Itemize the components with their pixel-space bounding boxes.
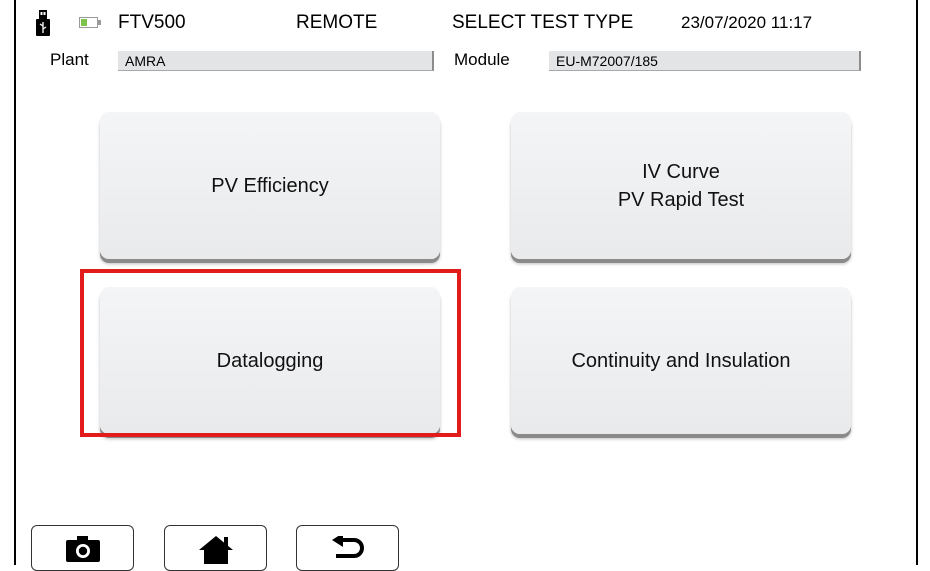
back-button[interactable] [296, 525, 399, 571]
button-label-line1: IV Curve [642, 160, 720, 183]
back-icon [331, 536, 364, 558]
status-bar: FTV500 REMOTE SELECT TEST TYPE 23/07/202… [0, 0, 930, 80]
camera-icon [65, 536, 100, 562]
pv-efficiency-button[interactable]: PV Efficiency [100, 112, 440, 259]
battery-icon [79, 17, 101, 28]
continuity-insulation-button[interactable]: Continuity and Insulation [511, 287, 851, 434]
device-name: FTV500 [118, 12, 186, 33]
camera-button[interactable] [31, 525, 134, 571]
module-label: Module [454, 50, 510, 69]
module-field[interactable]: EU-M72007/185 [549, 51, 861, 71]
button-label-line1: PV Efficiency [211, 174, 329, 197]
mode-label: REMOTE [296, 12, 378, 33]
home-icon [198, 536, 233, 564]
button-label-line1: Continuity and Insulation [571, 349, 791, 372]
home-button[interactable] [164, 525, 267, 571]
button-label-line1: Datalogging [216, 349, 324, 372]
button-label: IV Curve PV Rapid Test [618, 158, 744, 214]
datalogging-button[interactable]: Datalogging [100, 287, 440, 434]
usb-icon [36, 10, 50, 36]
plant-field[interactable]: AMRA [118, 51, 434, 71]
iv-curve-button[interactable]: IV Curve PV Rapid Test [511, 112, 851, 259]
button-label: Continuity and Insulation [571, 347, 790, 375]
screen-title: SELECT TEST TYPE [452, 12, 634, 33]
right-border [916, 0, 918, 565]
button-label: PV Efficiency [211, 172, 328, 200]
button-label-line2: PV Rapid Test [617, 188, 745, 211]
left-border [14, 0, 16, 565]
plant-label: Plant [50, 50, 89, 69]
button-label: Datalogging [217, 347, 324, 375]
date-time: 23/07/2020 11:17 [681, 13, 813, 32]
